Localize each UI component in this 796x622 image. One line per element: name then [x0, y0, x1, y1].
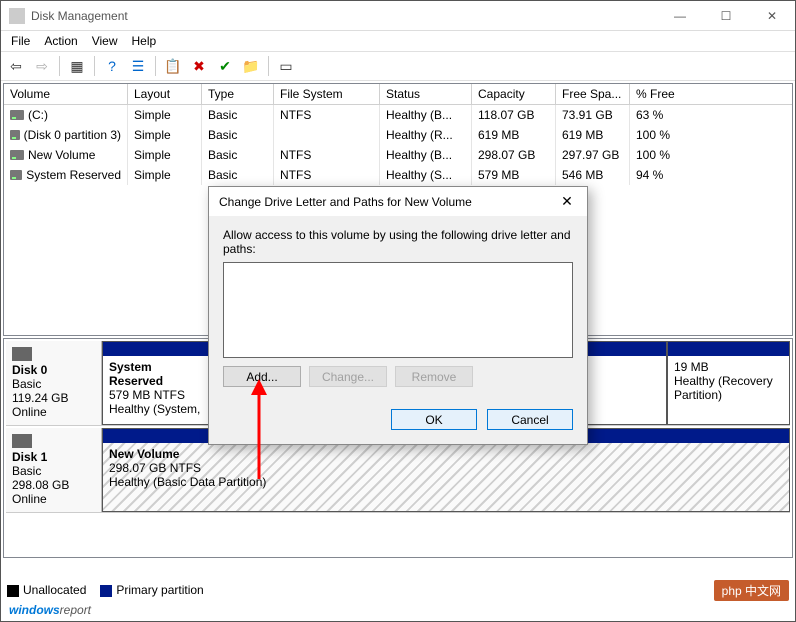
drive-icon [10, 150, 24, 160]
drive-icon [10, 110, 24, 120]
col-status[interactable]: Status [380, 84, 472, 104]
disk-label: Disk 1 [12, 450, 47, 464]
disk-state: Online [12, 492, 47, 506]
menu-action[interactable]: Action [38, 32, 83, 50]
disk-icon [12, 434, 32, 448]
change-drive-letter-dialog: Change Drive Letter and Paths for New Vo… [208, 186, 588, 445]
app-icon [9, 8, 25, 24]
dialog-instruction: Allow access to this volume by using the… [223, 228, 573, 256]
dialog-close-icon[interactable]: ✕ [557, 193, 577, 210]
menu-help[interactable]: Help [126, 32, 163, 50]
col-free[interactable]: Free Spa... [556, 84, 630, 104]
menubar: File Action View Help [1, 31, 795, 51]
menu-view[interactable]: View [86, 32, 124, 50]
maximize-button[interactable]: ☐ [703, 1, 749, 31]
watermark-phpcn: php 中文网 [714, 580, 789, 601]
col-fs[interactable]: File System [274, 84, 380, 104]
partition[interactable]: System Reserved 579 MB NTFS Healthy (Sys… [102, 341, 212, 425]
add-button[interactable]: Add... [223, 366, 301, 387]
window-title: Disk Management [31, 9, 657, 23]
cancel-button[interactable]: Cancel [487, 409, 573, 430]
col-type[interactable]: Type [202, 84, 274, 104]
toolbar: ⇦ ⇨ ▦ ? ☰ 📋 ✖ ✔ 📁 ▭ [1, 51, 795, 81]
dialog-title: Change Drive Letter and Paths for New Vo… [219, 195, 557, 209]
volume-row[interactable]: New Volume Simple Basic NTFS Healthy (B.… [4, 145, 792, 165]
col-layout[interactable]: Layout [128, 84, 202, 104]
disk-label: Disk 0 [12, 363, 47, 377]
legend: Unallocated Primary partition [7, 583, 204, 597]
forward-icon[interactable]: ⇨ [31, 55, 53, 77]
watermark-windowsreport: windowsreport [9, 601, 91, 619]
disk-size: 119.24 GB [12, 391, 68, 405]
col-volume[interactable]: Volume [4, 84, 128, 104]
disk-size: 298.08 GB [12, 478, 69, 492]
paths-listbox[interactable] [223, 262, 573, 358]
col-pct[interactable]: % Free [630, 84, 780, 104]
view-icon[interactable]: ▭ [275, 55, 297, 77]
check-icon[interactable]: ✔ [214, 55, 236, 77]
volume-row[interactable]: System Reserved Simple Basic NTFS Health… [4, 165, 792, 185]
partition[interactable]: 19 MB Healthy (Recovery Partition) [667, 341, 790, 425]
volume-row[interactable]: (C:) Simple Basic NTFS Healthy (B... 118… [4, 105, 792, 125]
ok-button[interactable]: OK [391, 409, 477, 430]
properties-icon[interactable]: 📋 [162, 55, 184, 77]
help-icon[interactable]: ? [101, 55, 123, 77]
volume-row[interactable]: (Disk 0 partition 3) Simple Basic Health… [4, 125, 792, 145]
folder-icon[interactable]: 📁 [240, 55, 262, 77]
col-cap[interactable]: Capacity [472, 84, 556, 104]
minimize-button[interactable]: — [657, 1, 703, 31]
delete-icon[interactable]: ✖ [188, 55, 210, 77]
disk-icon [12, 347, 32, 361]
drive-icon [10, 170, 22, 180]
disk-kind: Basic [12, 377, 41, 391]
disk-state: Online [12, 405, 47, 419]
close-button[interactable]: ✕ [749, 1, 795, 31]
menu-file[interactable]: File [5, 32, 36, 50]
change-button: Change... [309, 366, 387, 387]
list-icon[interactable]: ☰ [127, 55, 149, 77]
remove-button: Remove [395, 366, 473, 387]
details-icon[interactable]: ▦ [66, 55, 88, 77]
drive-icon [10, 130, 20, 140]
disk-kind: Basic [12, 464, 41, 478]
back-icon[interactable]: ⇦ [5, 55, 27, 77]
